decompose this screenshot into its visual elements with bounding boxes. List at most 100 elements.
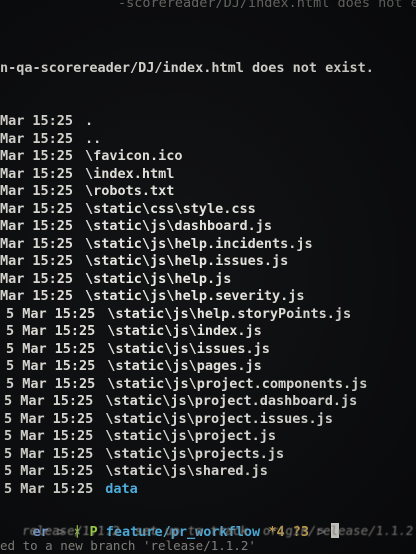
listing-date: Mar [0,200,25,217]
listing-time: 15:25 [32,113,74,129]
listing-row: 5 Mar 15:25 \static\js\shared.js [4,462,268,480]
listing-row: Mar 15:25 \static\js\dashboard.js [0,217,272,235]
listing-row: Mar 15:25 \static\js\help.issues.js [0,252,288,270]
listing-date: Mar [22,340,47,357]
previous-error-line: -scorereader/DJ/index.html does not exis… [118,0,416,11]
listing-date: Mar [20,480,45,497]
listing-time: 15:25 [54,340,96,357]
listing-path: \static\js\issues.js [107,340,270,357]
listing-date: Mar [0,165,25,182]
listing-day-prefix: 5 [4,463,21,479]
error-message-line: n-qa-scorereader/DJ/index.html does not … [0,60,374,76]
listing-time: 15:25 [32,183,74,199]
listing-row: Mar 15:25 \favicon.ico [0,147,183,165]
listing-day-prefix: 5 [6,375,23,392]
listing-date: Mar [20,393,45,409]
listing-path: \static\js\pages.js [107,358,262,374]
listing-path: \static\js\help.severity.js [85,288,305,304]
listing-date: Mar [0,235,25,252]
listing-date: Mar [0,113,25,129]
listing-time: 15:25 [32,218,74,234]
listing-row: 5 Mar 15:25 \static\js\project.components.… [6,375,367,393]
listing-day-prefix: 5 [4,428,21,444]
listing-time: 15:25 [32,235,74,252]
listing-row: 5 Mar 15:25 \static\js\projects.js [4,445,284,463]
listing-path: \static\js\help.issues.js [85,253,289,269]
listing-row: Mar 15:25 \index.html [0,165,174,183]
terminal-window[interactable]: -scorereader/DJ/index.html does not exis… [0,0,416,554]
listing-row: Mar 15:25.. [0,130,101,148]
listing-date: Mar [20,463,45,479]
listing-day-prefix: 5 [4,445,21,462]
listing-time: 15:25 [32,253,74,269]
listing-date: Mar [22,305,47,322]
listing-day-prefix: 5 [6,340,23,357]
listing-date: Mar [22,323,47,339]
listing-time: 15:25 [32,270,74,287]
listing-path: \index.html [85,165,175,182]
listing-date: Mar [20,410,45,427]
git-output-line-1: release/1.1.2 set up to track origin/rel… [21,523,416,538]
listing-time: 15:25 [54,375,96,392]
listing-row: 5 Mar 15:25 \static\js\issues.js [6,340,270,358]
listing-day-prefix: 5 [4,480,21,497]
listing-path: \static\js\dashboard.js [85,218,272,234]
listing-path: \static\css\style.css [85,200,256,217]
listing-path: \static\js\index.js [107,323,262,339]
listing-time: 15:25 [52,445,94,462]
listing-time: 15:25 [52,428,94,444]
listing-time: 15:25 [52,480,94,497]
listing-date: Mar [22,375,47,392]
listing-day-prefix: 5 [6,305,23,322]
listing-day-prefix: 5 [6,358,23,374]
listing-day-prefix: 5 [4,410,21,427]
listing-row: 5 Mar 15:25 \static\js\index.js [6,322,262,340]
listing-path: .. [85,130,102,147]
listing-time: 15:25 [54,305,96,322]
listing-row: Mar 15:25. [0,112,93,130]
listing-path: \static\js\project.dashboard.js [105,393,358,409]
listing-path: data [105,480,138,497]
listing-day-prefix: 5 [6,323,23,339]
listing-row: Mar 15:25 \static\js\help.js [0,270,231,288]
listing-date: Mar [22,358,47,374]
listing-path: . [85,113,94,129]
listing-date: Mar [0,148,25,164]
listing-date: Mar [0,288,25,304]
listing-row: Mar 15:25 \static\css\style.css [0,200,256,218]
listing-day-prefix: 5 [4,393,21,409]
git-output-line-2: ed to a new branch 'release/1.1.2' [0,538,256,553]
listing-path: \static\js\help.incidents.js [85,235,313,252]
listing-row: Mar 15:25 \static\js\help.incidents.js [0,235,313,253]
listing-path: \static\js\project.issues.js [105,410,333,427]
listing-date: Mar [0,183,25,199]
listing-path: \robots.txt [85,183,175,199]
listing-row: 5 Mar 15:25 data [4,480,138,498]
listing-time: 15:25 [32,130,74,147]
listing-row: 5 Mar 15:25 \static\js\project.js [4,427,276,445]
listing-time: 15:25 [54,323,96,339]
listing-time: 15:25 [52,410,94,427]
listing-date: Mar [0,253,25,269]
listing-path: \static\js\help.storyPoints.js [107,305,352,322]
listing-date: Mar [0,130,25,147]
listing-row: Mar 15:25 \robots.txt [0,182,174,200]
listing-time: 15:25 [32,165,74,182]
listing-time: 15:25 [32,288,74,304]
listing-date: Mar [0,270,25,287]
listing-row: 5 Mar 15:25 \static\js\help.storyPoints.js [6,305,351,323]
listing-row: 5 Mar 15:25 \static\js\project.issues.js [4,410,333,428]
listing-time: 15:25 [54,358,96,374]
listing-path: \static\js\help.js [85,270,232,287]
listing-date: Mar [0,218,25,234]
listing-path: \favicon.ico [85,148,183,164]
listing-date: Mar [20,428,45,444]
listing-time: 15:25 [52,463,94,479]
listing-path: \static\js\project.js [105,428,276,444]
listing-path: \static\js\project.components.js [107,375,368,392]
listing-path: \static\js\shared.js [105,463,268,479]
listing-time: 15:25 [32,148,74,164]
listing-time: 15:25 [32,200,74,217]
listing-row: Mar 15:25 \static\js\help.severity.js [0,287,304,305]
listing-path: \static\js\projects.js [105,445,285,462]
